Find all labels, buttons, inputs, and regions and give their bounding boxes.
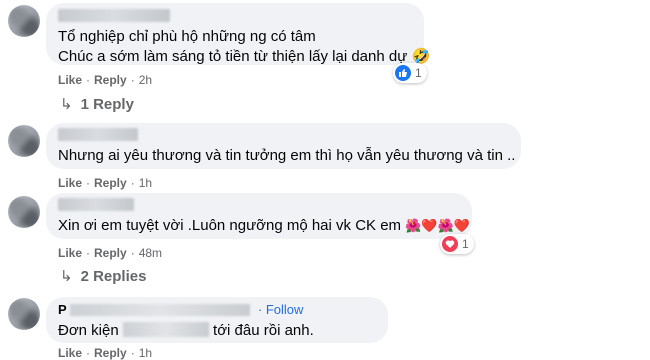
reaction-summary[interactable]: 1 [440, 234, 474, 254]
comment-actions: Like · Reply · 2h [58, 73, 153, 87]
reaction-count: 1 [415, 66, 422, 80]
love-icon [442, 236, 458, 252]
timestamp[interactable]: 1h [139, 346, 152, 360]
reply-arrow-icon: ↳ [60, 268, 73, 285]
comment-actions: Like · Reply · 1h [58, 346, 153, 360]
comment-text: Đơn kiện tới đâu rồi anh. [58, 322, 314, 339]
author-row: P · Follow [58, 302, 376, 318]
view-replies-button[interactable]: ↳ 2 Replies [60, 267, 146, 285]
timestamp[interactable]: 48m [139, 246, 162, 260]
comment-actions: Like · Reply · 1h [58, 176, 153, 190]
redacted-text [122, 322, 209, 337]
view-replies-button[interactable]: ↳ 1 Reply [60, 95, 134, 113]
like-button[interactable]: Like [58, 246, 82, 260]
reply-button[interactable]: Reply [94, 73, 127, 87]
author-name[interactable]: P [58, 302, 67, 317]
timestamp[interactable]: 2h [139, 73, 152, 87]
reaction-count: 1 [462, 237, 469, 251]
reply-button[interactable]: Reply [94, 176, 127, 190]
author-name[interactable] [58, 198, 134, 211]
author-name[interactable] [58, 128, 138, 141]
reply-button[interactable]: Reply [94, 246, 127, 260]
comment-text: Tổ nghiệp chỉ phù hộ những ng có tâm [58, 28, 316, 45]
like-button[interactable]: Like [58, 176, 82, 190]
avatar[interactable] [8, 125, 40, 157]
reply-button[interactable]: Reply [94, 346, 127, 360]
comment-bubble: Nhưng ai yêu thương và tin tưởng em thì … [46, 123, 521, 169]
comment-text: Chúc a sớm làm sáng tỏ tiền từ thiện lấy… [58, 48, 431, 65]
comment-bubble: P · Follow Đơn kiện tới đâu rồi anh. [46, 297, 388, 343]
avatar[interactable] [8, 298, 40, 330]
reaction-summary[interactable]: 1 [393, 63, 427, 83]
reply-arrow-icon: ↳ [60, 96, 73, 113]
comment-actions: Like · Reply · 48m [58, 246, 163, 260]
timestamp[interactable]: 1h [139, 176, 152, 190]
comment-bubble: Xin ơi em tuyệt vời .Luôn ngưỡng mộ hai … [46, 193, 472, 239]
comment-text: Xin ơi em tuyệt vời .Luôn ngưỡng mộ hai … [58, 217, 470, 234]
author-name[interactable] [58, 9, 170, 22]
avatar[interactable] [8, 196, 40, 228]
flower-heart-emoji-icons: 🌺❤️🌺❤️ [405, 218, 470, 233]
like-button[interactable]: Like [58, 73, 82, 87]
author-name-blur [70, 304, 251, 316]
follow-button[interactable]: · Follow [258, 302, 304, 317]
avatar[interactable] [8, 5, 40, 37]
like-icon [395, 65, 411, 81]
comment-text: Nhưng ai yêu thương và tin tưởng em thì … [58, 147, 516, 164]
like-button[interactable]: Like [58, 346, 82, 360]
comment-bubble: Tổ nghiệp chỉ phù hộ những ng có tâm Chú… [46, 3, 431, 65]
